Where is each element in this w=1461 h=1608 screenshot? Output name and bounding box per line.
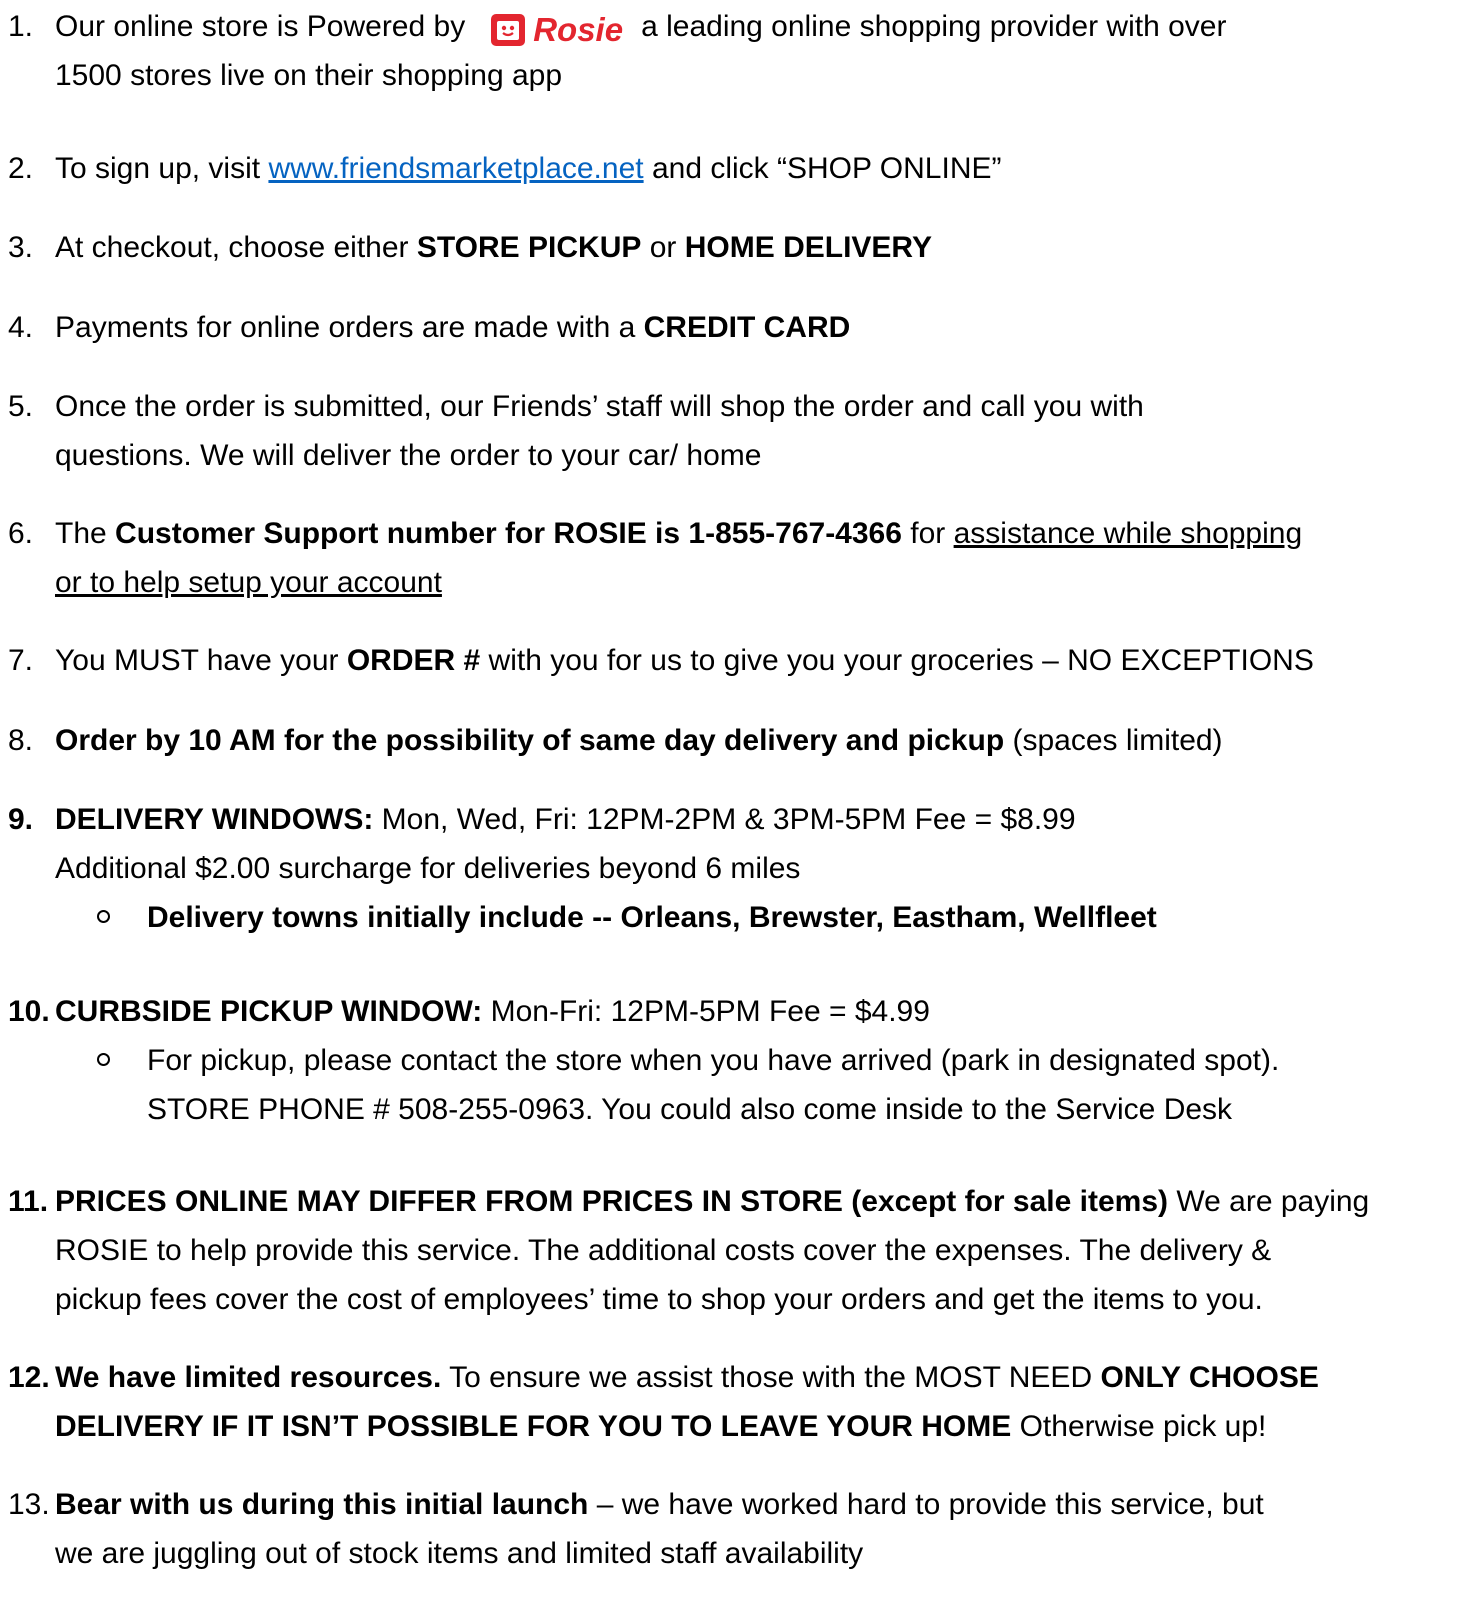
item-text: Order by 10 AM for the possibility of sa… — [55, 716, 1455, 765]
item-number: 3. — [8, 231, 34, 264]
item-text-middle: To ensure we assist those with the MOST … — [441, 1361, 1101, 1394]
underlined-text-1: assistance while shopping — [953, 517, 1303, 550]
only-choose-text: ONLY CHOOSE — [1100, 1361, 1319, 1394]
item-text: Our online store is Powered by Rosie a lea… — [55, 2, 1455, 100]
item-text-end: Mon, Wed, Fri: 12PM-2PM & 3PM-5PM Fee = … — [373, 803, 1076, 836]
prices-notice-text: PRICES ONLINE MAY DIFFER FROM PRICES IN … — [55, 1185, 1169, 1218]
credit-card-text: CREDIT CARD — [643, 311, 851, 344]
item-text: DELIVERY WINDOWS: Mon, Wed, Fri: 12PM-2P… — [55, 795, 1455, 893]
item-number: 6. — [8, 517, 34, 550]
store-pickup-text: STORE PICKUP — [416, 231, 642, 264]
item-text-middle: for — [901, 517, 954, 550]
item-text-end: and click “SHOP ONLINE” — [643, 152, 1002, 185]
item-text-start: You MUST have your — [55, 644, 347, 677]
item-text-end: Mon-Fri: 12PM-5PM Fee = $4.99 — [482, 995, 930, 1028]
delivery-towns-text: Delivery towns initially include -- Orle… — [147, 901, 1157, 934]
sub-bullet-item: Delivery towns initially include -- Orle… — [0, 893, 1455, 942]
curbside-pickup-heading: CURBSIDE PICKUP WINDOW: — [55, 995, 483, 1028]
item-text-start: The — [55, 517, 116, 550]
item-text-end: a leading online shopping provider with … — [641, 10, 1227, 43]
item-text-start: To sign up, visit — [55, 152, 269, 185]
item-text: Once the order is submitted, our Friends… — [55, 382, 1455, 480]
item-text: Bear with us during this initial launch … — [55, 1480, 1455, 1578]
item-text: The Customer Support number for ROSIE is… — [55, 509, 1455, 607]
limited-resources-text: We have limited resources. — [55, 1361, 442, 1394]
item-text-start: Payments for online orders are made with… — [55, 311, 644, 344]
item-number: 2. — [8, 152, 34, 185]
item-text-line2: Additional $2.00 surcharge for deliverie… — [55, 852, 801, 885]
item-text-middle: or — [641, 231, 685, 264]
item-number: 9. — [8, 803, 34, 836]
item-number: 11. — [8, 1185, 49, 1218]
item-number: 10. — [8, 995, 50, 1028]
item-text-end: Otherwise pick up! — [1011, 1410, 1267, 1443]
item-text-line3: pickup fees cover the cost of employees’… — [55, 1283, 1263, 1316]
item-number: 4. — [8, 311, 34, 344]
support-number-text: Customer Support number for ROSIE is 1-8… — [115, 517, 902, 550]
item-number: 13. — [8, 1488, 50, 1521]
pickup-instructions-line1: For pickup, please contact the store whe… — [147, 1044, 1280, 1077]
item-text: PRICES ONLINE MAY DIFFER FROM PRICES IN … — [55, 1177, 1455, 1324]
item-text-line2: questions. We will deliver the order to … — [55, 439, 762, 472]
bullet-icon — [97, 910, 110, 923]
item-text: To sign up, visit www.friendsmarketplace… — [55, 144, 1455, 193]
item-text: At checkout, choose either STORE PICKUP … — [55, 223, 1455, 272]
item-text-end: (spaces limited) — [1004, 724, 1223, 757]
item-text-start: Our online store is Powered by — [55, 10, 466, 43]
order-deadline-text: Order by 10 AM for the possibility of sa… — [55, 724, 1005, 757]
item-text-start: At checkout, choose either — [55, 231, 417, 264]
rosie-logo: Rosie — [489, 10, 623, 50]
sub-bullet-item: For pickup, please contact the store whe… — [0, 1036, 1455, 1134]
pickup-instructions-line2: STORE PHONE # 508-255-0963. You could al… — [147, 1093, 1233, 1126]
item-number: 1. — [8, 10, 34, 43]
delivery-windows-heading: DELIVERY WINDOWS: — [55, 803, 374, 836]
website-link[interactable]: www.friendsmarketplace.net — [268, 152, 643, 185]
item-text: CURBSIDE PICKUP WINDOW: Mon-Fri: 12PM-5P… — [55, 987, 1455, 1036]
item-number: 8. — [8, 724, 34, 757]
rosie-bag-icon — [491, 14, 526, 46]
item-text-end: We are paying — [1168, 1185, 1370, 1218]
underlined-text-2: or to help setup your account — [55, 566, 442, 599]
order-number-text: ORDER # — [346, 644, 481, 677]
item-number: 7. — [8, 644, 34, 677]
item-text-line2: we are juggling out of stock items and l… — [55, 1537, 864, 1570]
item-number: 5. — [8, 390, 34, 423]
item-text-end: – we have worked hard to provide this se… — [588, 1488, 1264, 1521]
bullet-icon — [97, 1053, 110, 1066]
home-delivery-text: HOME DELIVERY — [684, 231, 932, 264]
item-text: You MUST have your ORDER # with you for … — [55, 636, 1455, 685]
item-text-line2: ROSIE to help provide this service. The … — [55, 1234, 1272, 1267]
item-text-end: with you for us to give you your groceri… — [480, 644, 1314, 677]
item-text-line1: Once the order is submitted, our Friends… — [55, 390, 1144, 423]
item-text: We have limited resources. To ensure we … — [55, 1353, 1455, 1451]
delivery-restriction-text: DELIVERY IF IT ISN’T POSSIBLE FOR YOU TO… — [55, 1410, 1012, 1443]
item-text: Payments for online orders are made with… — [55, 303, 1455, 352]
item-text-line2: 1500 stores live on their shopping app — [55, 59, 563, 92]
item-number: 12. — [8, 1361, 50, 1394]
rosie-logo-text: Rosie — [533, 11, 624, 48]
initial-launch-text: Bear with us during this initial launch — [55, 1488, 589, 1521]
